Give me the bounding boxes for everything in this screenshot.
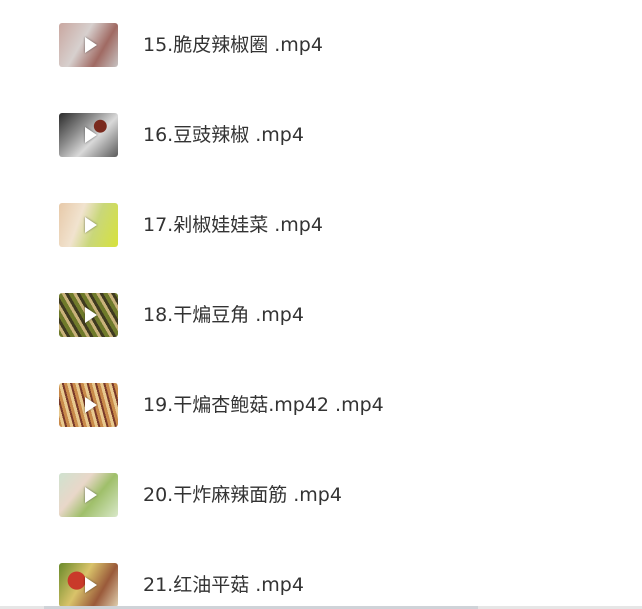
file-name[interactable]: 15.脆皮辣椒圈 .mp4 [143,33,323,57]
file-name[interactable]: 18.干煸豆角 .mp4 [143,303,304,327]
play-icon [84,127,97,143]
file-row-20[interactable]: 20.干炸麻辣面筋 .mp4 [0,450,642,540]
file-name[interactable]: 21.红油平菇 .mp4 [143,573,304,597]
play-icon [84,397,97,413]
play-icon [84,307,97,323]
play-icon [84,37,97,53]
video-thumbnail[interactable] [59,203,118,247]
file-row-16[interactable]: 16.豆豉辣椒 .mp4 [0,90,642,180]
video-thumbnail[interactable] [59,473,118,517]
play-icon [84,217,97,233]
video-thumbnail[interactable] [59,23,118,67]
video-thumbnail[interactable] [59,383,118,427]
file-name[interactable]: 20.干炸麻辣面筋 .mp4 [143,483,342,507]
file-name[interactable]: 17.剁椒娃娃菜 .mp4 [143,213,323,237]
file-name[interactable]: 19.干煸杏鲍菇.mp42 .mp4 [143,393,384,417]
file-row-21[interactable]: 21.红油平菇 .mp4 [0,540,642,606]
video-thumbnail[interactable] [59,113,118,157]
play-icon [84,577,97,593]
video-thumbnail[interactable] [59,293,118,337]
play-icon [84,487,97,503]
file-row-19[interactable]: 19.干煸杏鲍菇.mp42 .mp4 [0,360,642,450]
file-row-17[interactable]: 17.剁椒娃娃菜 .mp4 [0,180,642,270]
video-thumbnail[interactable] [59,563,118,606]
file-name[interactable]: 16.豆豉辣椒 .mp4 [143,123,304,147]
video-file-list: 15.脆皮辣椒圈 .mp4 16.豆豉辣椒 .mp4 17.剁椒娃娃菜 .mp4… [0,0,642,606]
file-row-15[interactable]: 15.脆皮辣椒圈 .mp4 [0,0,642,90]
file-row-18[interactable]: 18.干煸豆角 .mp4 [0,270,642,360]
